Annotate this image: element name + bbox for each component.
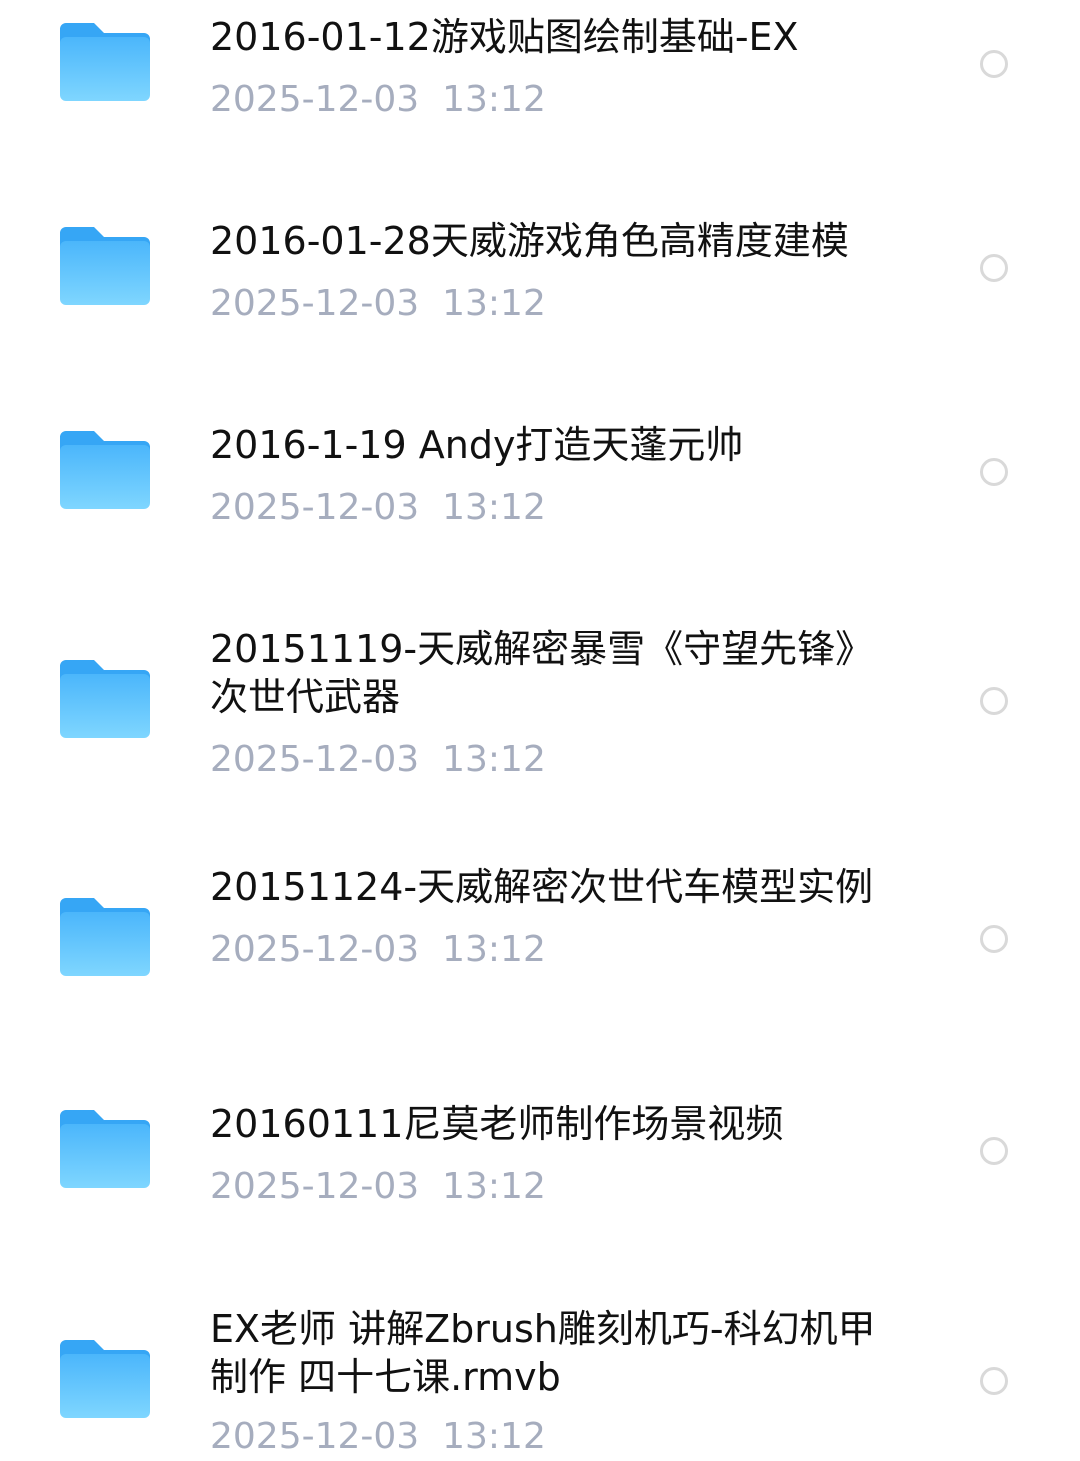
- file-text: 2016-01-28天威游戏角色高精度建模 2025-12-03 13:12: [210, 217, 910, 328]
- folder-icon: [60, 227, 150, 305]
- file-text: 2016-1-19 Andy打造天蓬元帅 2025-12-03 13:12: [210, 421, 910, 532]
- select-radio[interactable]: [980, 925, 1008, 953]
- select-radio[interactable]: [980, 1367, 1008, 1395]
- folder-icon: [60, 660, 150, 738]
- file-row[interactable]: 20151124-天威解密次世代车模型实例 2025-12-03 13:12: [0, 850, 1080, 1090]
- file-list: 2016-01-12游戏贴图绘制基础-EX 2025-12-03 13:12 2…: [0, 0, 1080, 1460]
- file-name: 20151124-天威解密次世代车模型实例: [210, 865, 874, 909]
- file-row[interactable]: 20160111尼莫老师制作场景视频 2025-12-03 13:12: [0, 1090, 1080, 1290]
- file-row[interactable]: 2016-01-28天威游戏角色高精度建模 2025-12-03 13:12: [0, 200, 1080, 405]
- file-modified-time: 2025-12-03 13:12: [210, 929, 546, 970]
- select-radio[interactable]: [980, 50, 1008, 78]
- folder-icon: [60, 1110, 150, 1188]
- file-text: 20151124-天威解密次世代车模型实例 2025-12-03 13:12: [210, 863, 910, 974]
- file-name: 2016-1-19 Andy打造天蓬元帅: [210, 423, 744, 467]
- file-row[interactable]: 2016-01-12游戏贴图绘制基础-EX 2025-12-03 13:12: [0, 0, 1080, 200]
- file-modified-time: 2025-12-03 13:12: [210, 487, 546, 528]
- folder-icon: [60, 431, 150, 509]
- file-name: 2016-01-28天威游戏角色高精度建模: [210, 219, 849, 263]
- file-row[interactable]: EX老师 讲解Zbrush雕刻机巧-科幻机甲制作 四十七课.rmvb 2025-…: [0, 1290, 1080, 1460]
- file-modified-time: 2025-12-03 13:12: [210, 1416, 546, 1457]
- file-modified-time: 2025-12-03 13:12: [210, 79, 546, 120]
- file-row[interactable]: 20151119-天威解密暴雪《守望先锋》次世代武器 2025-12-03 13…: [0, 610, 1080, 850]
- file-text: 20151119-天威解密暴雪《守望先锋》次世代武器 2025-12-03 13…: [210, 625, 910, 784]
- file-modified-time: 2025-12-03 13:12: [210, 1166, 546, 1207]
- file-text: 2016-01-12游戏贴图绘制基础-EX 2025-12-03 13:12: [210, 13, 910, 124]
- folder-icon: [60, 1340, 150, 1418]
- file-modified-time: 2025-12-03 13:12: [210, 283, 546, 324]
- select-radio[interactable]: [980, 1137, 1008, 1165]
- file-name: EX老师 讲解Zbrush雕刻机巧-科幻机甲制作 四十七课.rmvb: [210, 1307, 876, 1399]
- folder-icon: [60, 898, 150, 976]
- select-radio[interactable]: [980, 458, 1008, 486]
- file-name: 2016-01-12游戏贴图绘制基础-EX: [210, 15, 799, 59]
- file-name: 20151119-天威解密暴雪《守望先锋》次世代武器: [210, 627, 874, 719]
- file-text: 20160111尼莫老师制作场景视频 2025-12-03 13:12: [210, 1100, 910, 1211]
- file-name: 20160111尼莫老师制作场景视频: [210, 1102, 784, 1146]
- file-text: EX老师 讲解Zbrush雕刻机巧-科幻机甲制作 四十七课.rmvb 2025-…: [210, 1305, 910, 1461]
- file-row[interactable]: 2016-1-19 Andy打造天蓬元帅 2025-12-03 13:12: [0, 405, 1080, 610]
- file-modified-time: 2025-12-03 13:12: [210, 739, 546, 780]
- select-radio[interactable]: [980, 687, 1008, 715]
- select-radio[interactable]: [980, 254, 1008, 282]
- folder-icon: [60, 23, 150, 101]
